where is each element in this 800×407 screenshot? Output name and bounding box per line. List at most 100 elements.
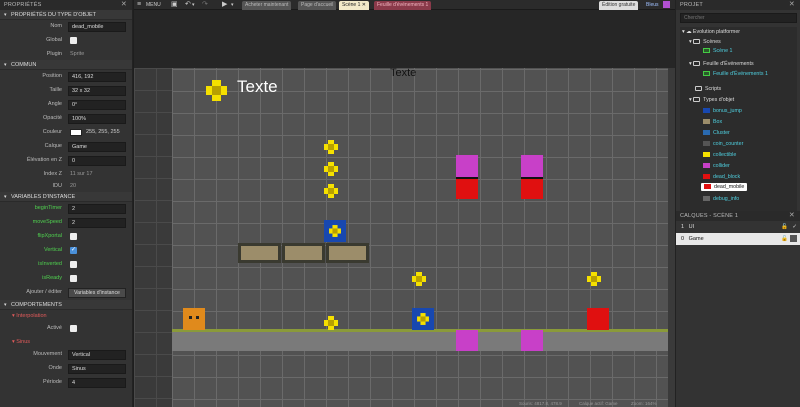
visibility-checkbox[interactable] [790,235,797,242]
tree-object[interactable]: Box [703,119,722,125]
bool-checkbox-checked[interactable] [70,246,77,254]
tab-scene[interactable]: Scène 1 ✕ [339,1,369,10]
chevron-down-icon[interactable]: ▾ [192,1,195,9]
var-field[interactable]: 2 [68,218,126,228]
var-row: moveSpeed 2 [0,216,132,230]
play-icon[interactable]: ▶ [222,1,227,9]
tree-scenes-folder[interactable]: ▾ Scènes [689,39,721,45]
section-behaviors[interactable]: ▾ COMPORTEMENTS [0,300,132,310]
coin-collectible[interactable] [324,162,338,176]
movement-select[interactable]: Vertical [68,350,126,360]
tree-object-selected[interactable]: dead_mobile [701,183,748,191]
coin-collectible[interactable] [324,316,338,330]
tree-object[interactable]: debug_info [703,196,739,202]
close-icon[interactable]: ✕ [121,0,127,10]
save-icon[interactable]: ▣ [171,1,178,9]
close-icon[interactable]: ✕ [362,2,366,8]
layer-row-selected[interactable]: 0 Game 🔓 [676,233,800,245]
name-field[interactable]: dead_mobile [68,22,126,32]
tree-object[interactable]: collectible [703,152,736,158]
instance-vars-button[interactable]: Variables d'instance [68,288,126,298]
dead-mobile-block[interactable] [456,177,478,199]
tree-object-types-folder[interactable]: ▾ Types d'objet [689,97,734,103]
tree-object[interactable]: coin_counter [703,141,743,147]
collider-block[interactable] [456,330,478,351]
tab-buy-now[interactable]: Acheter maintenant [242,1,292,10]
elevation-field[interactable]: 0 [68,156,126,166]
tree-event-sheets-folder[interactable]: ▾ Feuille d'Événements [689,61,754,67]
wave-select[interactable]: Sinus [68,364,126,374]
coin-collectible[interactable] [324,140,338,154]
layer-select[interactable]: Game [68,142,126,152]
active-checkbox[interactable] [70,325,77,332]
menu-icon[interactable]: ≡ [137,1,141,9]
tree-project[interactable]: ▾ ☁ Evolution platformer [682,29,740,35]
elevation-row: Élévation en Z 0 [0,154,132,168]
tree-object[interactable]: bonus_jump [703,108,742,114]
scene-canvas[interactable] [172,68,668,407]
tab-event-sheet[interactable]: Feuille d'événements 1 [374,1,432,10]
lock-icon[interactable]: 🔓 [781,221,788,233]
coin-counter-icon[interactable] [206,80,227,101]
menu-button[interactable]: MENU [146,1,161,9]
section-object-type[interactable]: ▾ PROPRIÉTÉS DU TYPE D'OBJET [0,10,132,20]
project-search-input[interactable]: Chercher [680,13,797,23]
collider-block[interactable] [521,155,543,177]
section-instance-vars[interactable]: ▾ VARIABLES D'INSTANCE [0,192,132,202]
coin-collectible[interactable] [324,184,338,198]
tree-scene-1[interactable]: Scène 1 [703,48,732,54]
bool-checkbox[interactable] [70,275,77,282]
platform-block[interactable] [238,243,281,263]
text-object-label[interactable]: Texte [390,67,416,79]
size-field[interactable]: 32 x 32 [68,86,126,96]
platform-block[interactable] [282,243,325,263]
bool-label: Vertical [43,247,62,253]
tree-object[interactable]: collider [703,163,730,169]
dead-block[interactable] [587,308,609,330]
coin-collectible[interactable] [412,272,426,286]
tree-event-sheet-1[interactable]: Feuille d'Événements 1 [703,71,768,77]
bool-checkbox[interactable] [70,261,77,268]
redo-icon[interactable]: ↷ [202,1,208,9]
collider-block[interactable] [521,330,543,351]
tab-home[interactable]: Page d'accueil [298,1,337,10]
login-link[interactable]: Bleus [646,1,659,9]
event-sheet-icon [703,71,710,77]
color-value: 255, 255, 255 [86,129,120,135]
close-icon[interactable]: ✕ [789,211,795,221]
color-row: Couleur 255, 255, 255 [0,126,132,140]
tree-scripts-folder[interactable]: Scripts [695,86,721,92]
coin-collectible[interactable] [587,272,601,286]
avatar[interactable] [663,1,670,8]
undo-icon[interactable]: ↶ [185,1,191,9]
position-field[interactable]: 416, 192 [68,72,126,82]
bonus-box[interactable] [412,308,434,330]
player-character[interactable] [183,308,205,330]
bonus-box[interactable] [324,220,346,242]
ground-platform[interactable] [172,332,668,351]
chevron-down-icon: ▾ [4,302,7,308]
tree-object[interactable]: Cluster [703,130,730,136]
opacity-field[interactable]: 100% [68,114,126,124]
free-edition-badge[interactable]: Édition gratuite [599,1,639,10]
score-text[interactable]: Texte [237,77,278,97]
tree-object[interactable]: dead_block [703,174,740,180]
active-row: Activé [0,322,132,336]
behavior-interp-header[interactable]: ▾ Interpolation [0,310,132,322]
behavior-sine-header[interactable]: ▾ Sinus [0,336,132,348]
var-field[interactable]: 2 [68,204,126,214]
dead-mobile-block[interactable] [521,177,543,199]
period-field[interactable]: 4 [68,378,126,388]
layer-row[interactable]: 1 UI 🔓 ✓ [676,221,800,233]
close-icon[interactable]: ✕ [789,0,795,10]
lock-icon[interactable]: 🔓 [781,233,788,245]
global-checkbox[interactable] [70,37,77,44]
visibility-check-icon[interactable]: ✓ [792,221,797,233]
color-swatch[interactable] [70,129,82,136]
angle-field[interactable]: 0° [68,100,126,110]
collider-block[interactable] [456,155,478,177]
bool-checkbox[interactable] [70,233,77,240]
chevron-down-icon[interactable]: ▾ [231,1,234,9]
platform-block[interactable] [326,243,369,263]
section-common[interactable]: ▾ COMMUN [0,60,132,70]
